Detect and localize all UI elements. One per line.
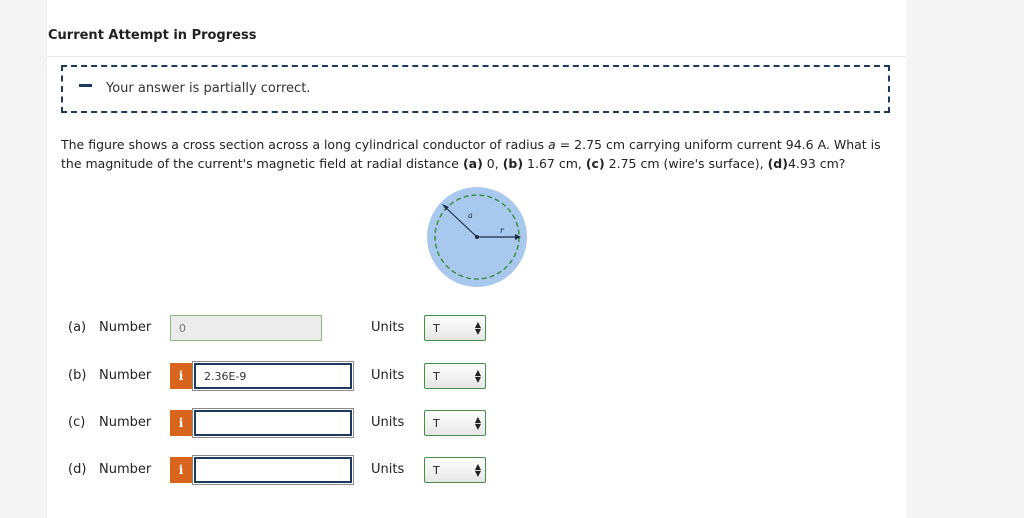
units-label: Units [371,462,405,477]
header-divider [47,56,906,57]
answer-row-b: (b) Number i 2.36E-9 Units T ▲ ▼ [47,361,906,391]
part-b-label: (b) [502,156,524,171]
answer-c-input[interactable] [192,408,354,438]
part-c-label: (c) [585,156,605,171]
answer-part-label: (a) [68,320,87,335]
answer-part-label: (b) [68,368,87,383]
select-arrows-icon: ▲ ▼ [474,462,481,478]
question-text-1: The figure shows a cross section across … [61,137,549,152]
info-icon[interactable]: i [170,410,192,436]
number-label: Number [99,320,152,335]
number-label: Number [99,368,152,383]
info-icon[interactable]: i [170,457,192,483]
question-text-3: 0, [482,156,503,171]
number-label: Number [99,415,152,430]
feedback-message: Your answer is partially correct. [106,81,311,96]
units-a-select[interactable]: T ▲ ▼ [424,315,486,341]
answer-part-label: (d) [68,462,87,477]
feedback-box: Your answer is partially correct. [61,65,890,113]
label-a: a [468,211,473,220]
partial-correct-icon [79,84,92,87]
part-a-label: (a) [462,156,483,171]
answer-b-input[interactable]: 2.36E-9 [192,361,354,391]
answer-row-d: (d) Number i Units T ▲ ▼ [47,455,906,485]
answer-part-label: (c) [68,415,86,430]
units-selected-value: T [433,464,440,477]
center-point [475,235,479,239]
units-label: Units [371,415,405,430]
select-arrows-icon: ▲ ▼ [474,415,481,431]
number-label: Number [99,462,152,477]
page-title: Current Attempt in Progress [48,28,257,43]
answer-row-a: (a) Number 0 Units T ▲ ▼ [47,313,906,343]
units-b-select[interactable]: T ▲ ▼ [424,363,486,389]
units-selected-value: T [433,417,440,430]
answer-a-input[interactable]: 0 [170,315,322,341]
question-text-4: 1.67 cm, [523,156,586,171]
units-c-select[interactable]: T ▲ ▼ [424,410,486,436]
question-text-5: 2.75 cm (wire's surface), [604,156,768,171]
question-text: The figure shows a cross section across … [61,135,897,173]
units-d-select[interactable]: T ▲ ▼ [424,457,486,483]
question-text-6: 4.93 cm? [787,156,846,171]
units-label: Units [371,368,405,383]
part-d-label: (d) [767,156,788,171]
units-selected-value: T [433,322,440,335]
radius-variable: a [548,137,556,152]
answer-d-input[interactable] [192,455,354,485]
question-card: Current Attempt in Progress Your answer … [47,0,906,518]
units-selected-value: T [433,370,440,383]
conductor-cross-section-figure: a r [427,187,527,287]
answer-row-c: (c) Number i Units T ▲ ▼ [47,408,906,438]
select-arrows-icon: ▲ ▼ [474,320,481,336]
select-arrows-icon: ▲ ▼ [474,368,481,384]
info-icon[interactable]: i [170,363,192,389]
units-label: Units [371,320,405,335]
